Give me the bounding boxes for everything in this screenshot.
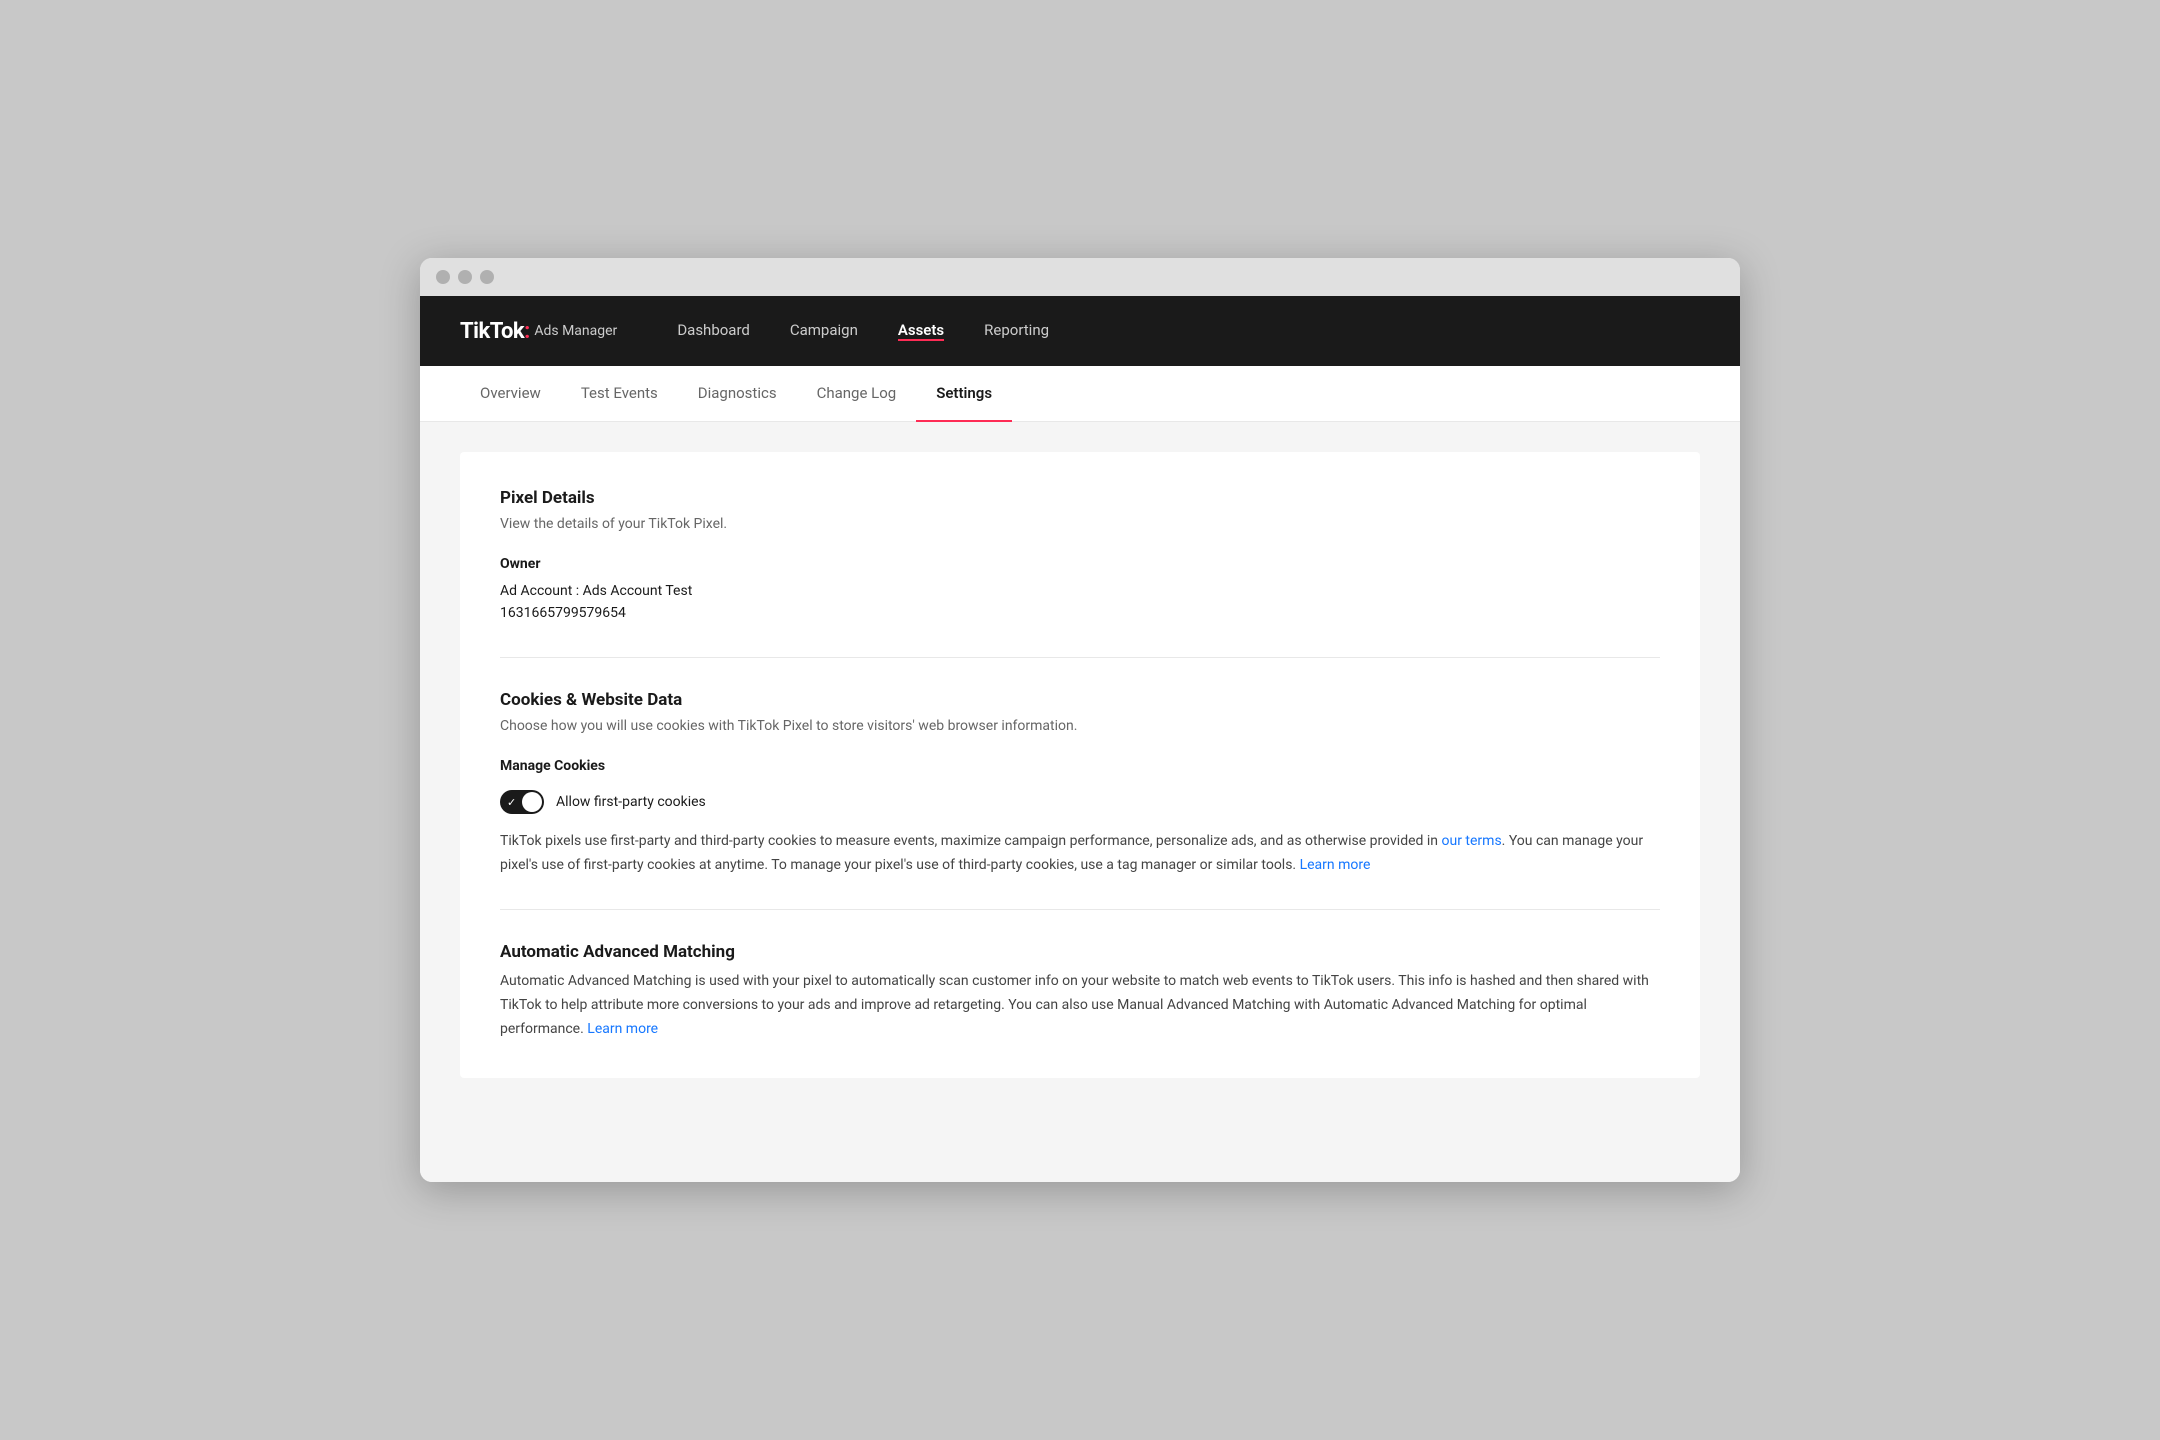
pixel-details-title: Pixel Details: [500, 488, 1660, 508]
aam-text: Automatic Advanced Matching is used with…: [500, 973, 1649, 1037]
cookies-section: Cookies & Website Data Choose how you wi…: [500, 690, 1660, 878]
owner-value-line2: 1631665799579654: [500, 602, 1660, 624]
browser-window: TikTok: Ads Manager Dashboard Campaign A…: [420, 258, 1740, 1182]
cookies-text-1: TikTok pixels use first-party and third-…: [500, 833, 1442, 849]
logo: TikTok: Ads Manager: [460, 319, 617, 344]
divider-2: [500, 909, 1660, 910]
nav-menu: Dashboard Campaign Assets Reporting: [677, 321, 1049, 341]
sub-nav-overview[interactable]: Overview: [460, 366, 561, 422]
nav-item-dashboard[interactable]: Dashboard: [677, 321, 750, 341]
nav-item-campaign[interactable]: Campaign: [790, 321, 858, 341]
aam-learn-more-link[interactable]: Learn more: [587, 1021, 658, 1037]
our-terms-link[interactable]: our terms: [1442, 833, 1502, 849]
pixel-details-description: View the details of your TikTok Pixel.: [500, 516, 1660, 532]
sub-nav-menu: Overview Test Events Diagnostics Change …: [460, 366, 1012, 421]
main-content: Pixel Details View the details of your T…: [420, 422, 1740, 1182]
toggle-row: ✓ Allow first-party cookies: [500, 790, 1660, 814]
logo-subtitle: Ads Manager: [534, 323, 617, 339]
cookies-body-text: TikTok pixels use first-party and third-…: [500, 830, 1660, 878]
sub-nav-diagnostics[interactable]: Diagnostics: [678, 366, 797, 422]
browser-chrome: [420, 258, 1740, 296]
traffic-light-maximize[interactable]: [480, 270, 494, 284]
manage-cookies-label: Manage Cookies: [500, 758, 1660, 774]
cookies-title: Cookies & Website Data: [500, 690, 1660, 710]
sub-nav: Overview Test Events Diagnostics Change …: [420, 366, 1740, 422]
pixel-details-section: Pixel Details View the details of your T…: [500, 488, 1660, 625]
nav-item-assets[interactable]: Assets: [898, 321, 944, 341]
traffic-light-minimize[interactable]: [458, 270, 472, 284]
content-card: Pixel Details View the details of your T…: [460, 452, 1700, 1078]
owner-label: Owner: [500, 556, 1660, 572]
toggle-label: Allow first-party cookies: [556, 794, 706, 810]
owner-value-line1: Ad Account : Ads Account Test: [500, 580, 1660, 602]
first-party-cookies-toggle[interactable]: ✓: [500, 790, 544, 814]
sub-nav-settings[interactable]: Settings: [916, 366, 1012, 422]
traffic-light-close[interactable]: [436, 270, 450, 284]
logo-dot: :: [524, 319, 530, 344]
sub-nav-change-log[interactable]: Change Log: [797, 366, 917, 422]
divider-1: [500, 657, 1660, 658]
nav-item-reporting[interactable]: Reporting: [984, 321, 1049, 341]
cookies-description: Choose how you will use cookies with Tik…: [500, 718, 1660, 734]
logo-brand: TikTok: [460, 319, 524, 344]
aam-section: Automatic Advanced Matching Automatic Ad…: [500, 942, 1660, 1041]
learn-more-link-1[interactable]: Learn more: [1300, 857, 1371, 873]
aam-title: Automatic Advanced Matching: [500, 942, 1660, 962]
top-nav: TikTok: Ads Manager Dashboard Campaign A…: [420, 296, 1740, 366]
toggle-check-icon: ✓: [507, 796, 516, 809]
toggle-knob: [522, 792, 542, 812]
aam-body-text: Automatic Advanced Matching is used with…: [500, 970, 1660, 1041]
sub-nav-test-events[interactable]: Test Events: [561, 366, 678, 422]
